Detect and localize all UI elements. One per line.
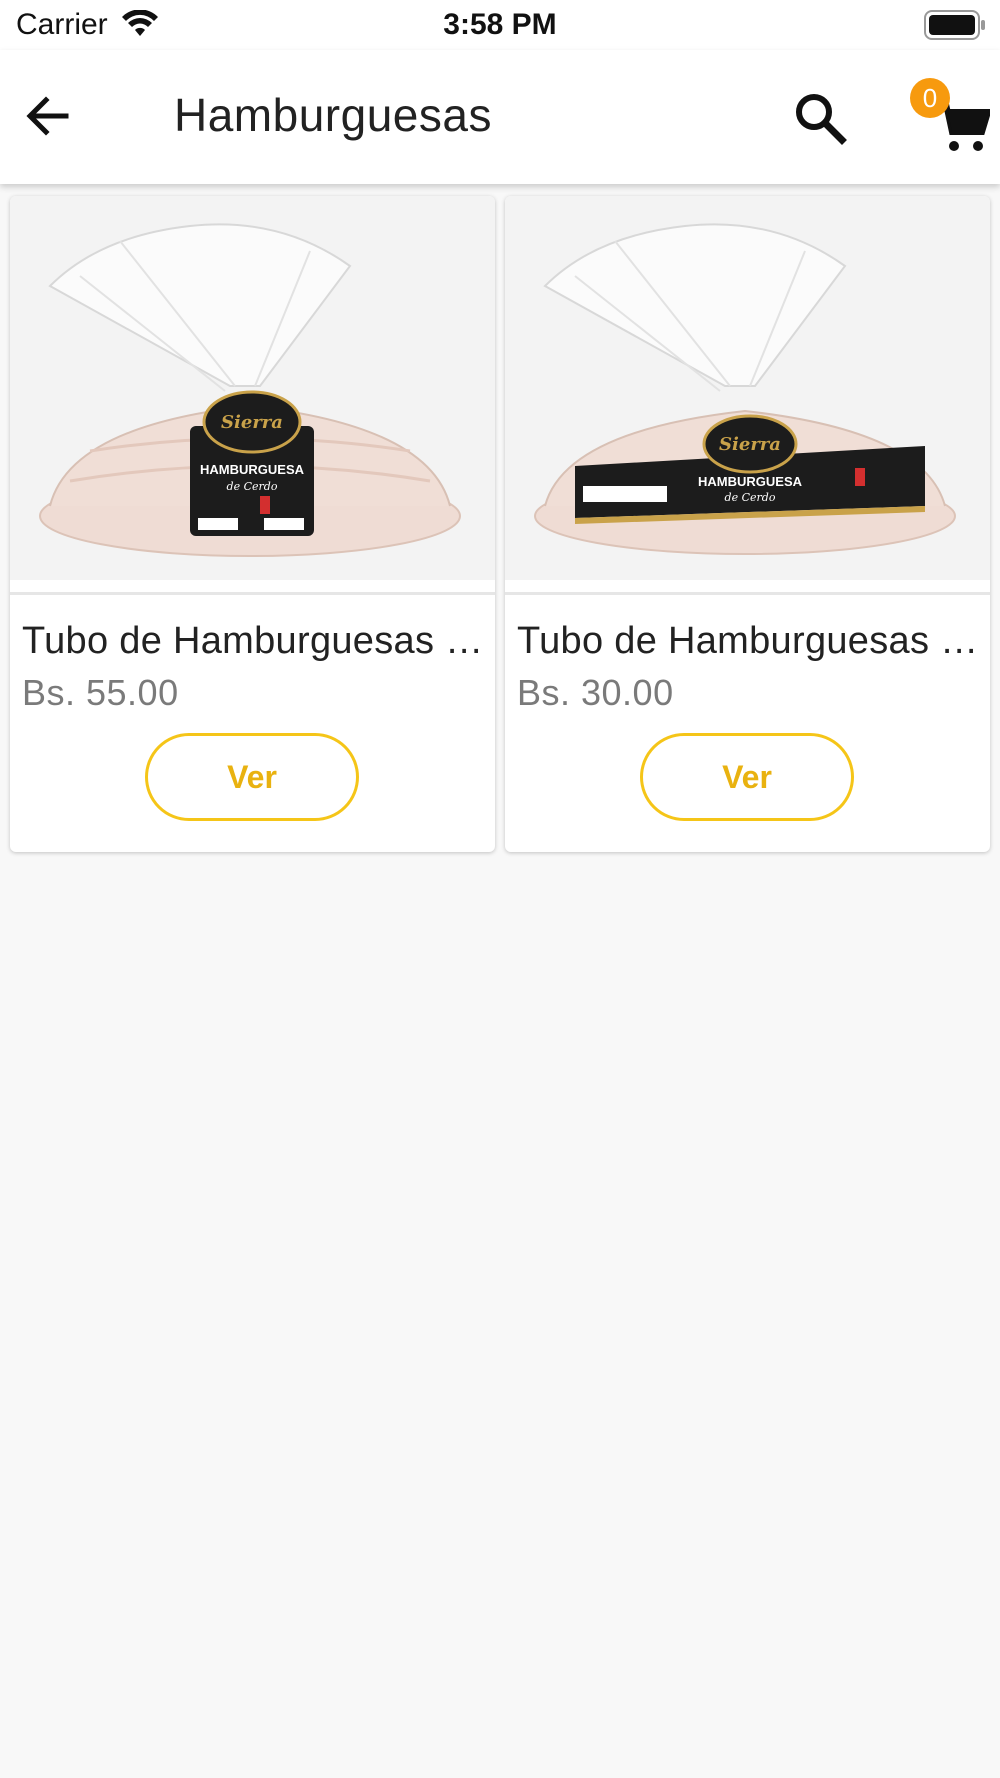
view-button[interactable]: Ver: [640, 733, 854, 821]
product-price: Bs. 55.00: [22, 672, 179, 713]
page-title: Hamburguesas: [174, 89, 492, 141]
divider: [10, 592, 495, 595]
battery-icon: [924, 10, 985, 40]
cart-count-badge: 0: [910, 78, 950, 118]
product-name: Tubo de Hamburguesas de Cerdo: [22, 620, 488, 662]
svg-text:HAMBURGUESA: HAMBURGUESA: [698, 474, 803, 489]
divider: [505, 592, 990, 595]
product-image: Sierra HAMBURGUESA de Cerdo: [10, 196, 495, 580]
svg-text:Sierra: Sierra: [719, 434, 781, 455]
product-price: Bs. 30.00: [517, 672, 674, 713]
search-button[interactable]: [790, 88, 850, 148]
view-button[interactable]: Ver: [145, 733, 359, 821]
svg-text:Sierra: Sierra: [221, 412, 283, 433]
status-time: 3:58 PM: [443, 8, 557, 41]
svg-text:HAMBURGUESA: HAMBURGUESA: [200, 462, 305, 477]
arrow-left-icon: [26, 96, 69, 136]
back-button[interactable]: [20, 88, 76, 144]
app-bar: Hamburguesas 0: [0, 50, 1000, 184]
svg-text:de Cerdo: de Cerdo: [725, 491, 776, 504]
svg-text:de Cerdo: de Cerdo: [227, 480, 278, 493]
product-card[interactable]: Sierra HAMBURGUESA de Cerdo Tubo de Hamb…: [10, 196, 495, 852]
product-card[interactable]: Sierra HAMBURGUESA de Cerdo Tubo de Hamb…: [505, 196, 990, 852]
product-package-image: Sierra HAMBURGUESA de Cerdo: [39, 223, 461, 557]
product-image: Sierra HAMBURGUESA de Cerdo: [505, 196, 990, 580]
product-name: Tubo de Hamburguesas de Cerdo: [517, 620, 983, 662]
search-icon: [796, 94, 847, 145]
product-package-image: Sierra HAMBURGUESA de Cerdo: [534, 223, 956, 555]
cart-button[interactable]: 0: [910, 78, 992, 168]
status-bar: Carrier 3:58 PM: [0, 0, 1000, 50]
